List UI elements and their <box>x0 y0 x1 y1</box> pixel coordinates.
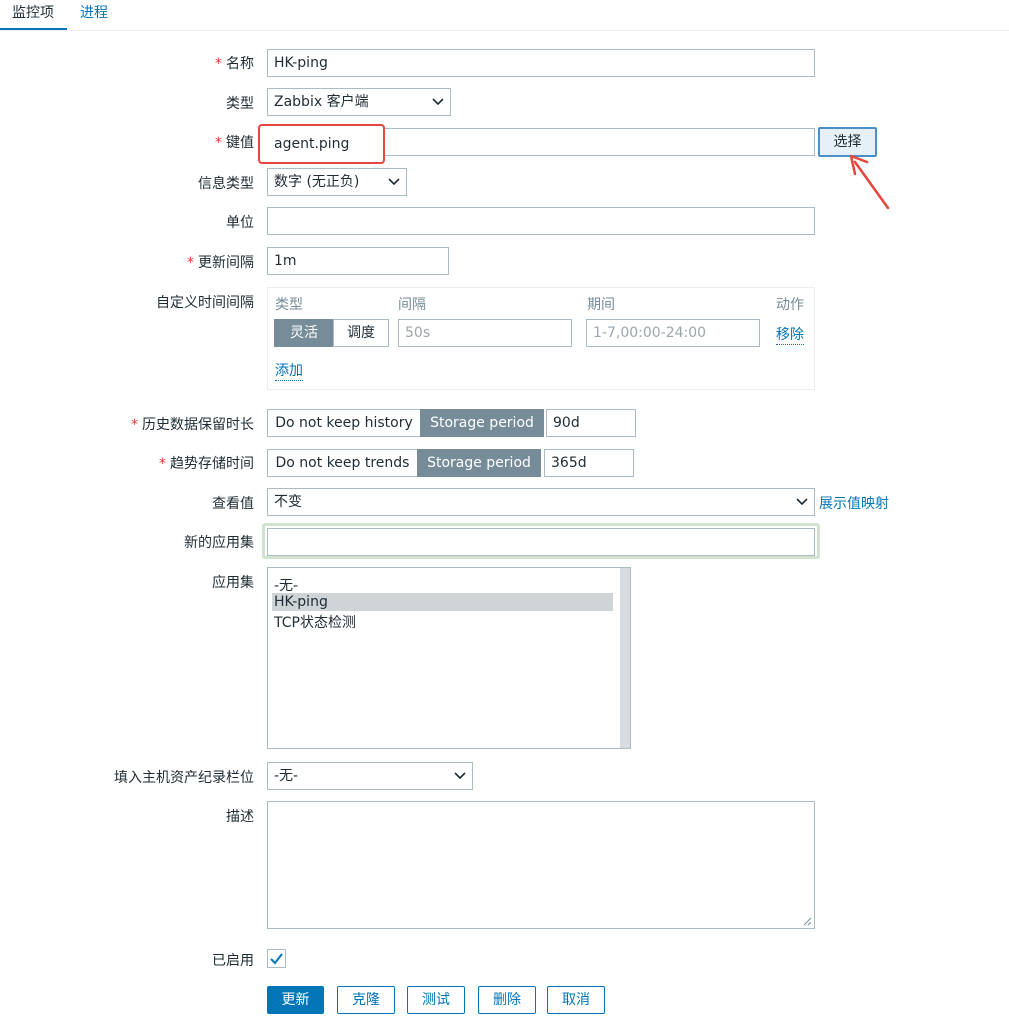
type-select-value: Zabbix 客户端 <box>274 94 369 110</box>
show-value-select[interactable]: 不变 <box>267 488 815 516</box>
value-mapping-link[interactable]: 展示值映射 <box>819 493 889 513</box>
show-value-value: 不变 <box>274 494 302 510</box>
inventory-label: 填入主机资产纪录栏位 <box>114 770 254 786</box>
interval-input[interactable]: 50s <box>398 319 572 347</box>
chevron-down-icon <box>432 89 444 124</box>
remove-interval-link[interactable]: 移除 <box>776 324 804 345</box>
trends-label: * 趋势存储时间 <box>159 456 254 472</box>
checkmark-icon <box>270 953 283 965</box>
list-item[interactable]: TCP状态检测 <box>274 612 356 632</box>
clone-button[interactable]: 克隆 <box>337 986 395 1014</box>
annotation-arrow-icon <box>849 154 890 210</box>
update-interval-label: * 更新间隔 <box>187 255 254 271</box>
test-button[interactable]: 测试 <box>407 986 465 1014</box>
tab-items[interactable]: 监控项 <box>12 0 54 31</box>
key-value: agent.ping <box>274 136 350 152</box>
type-select[interactable]: Zabbix 客户端 <box>267 88 451 116</box>
list-item[interactable]: -无- <box>274 575 298 595</box>
applications-listbox[interactable]: -无- HK-ping TCP状态检测 <box>267 567 631 749</box>
applications-label: 应用集 <box>212 575 254 591</box>
new-application-label: 新的应用集 <box>184 535 254 551</box>
type-label: 类型 <box>226 96 254 112</box>
inventory-value: -无- <box>274 768 299 784</box>
units-label: 单位 <box>226 215 254 231</box>
trends-no-keep-button[interactable]: Do not keep trends <box>267 449 418 477</box>
info-type-select[interactable]: 数字 (无正负) <box>267 168 407 196</box>
history-no-keep-button[interactable]: Do not keep history <box>267 409 421 437</box>
inventory-select[interactable]: -无- <box>267 762 473 790</box>
history-label: * 历史数据保留时长 <box>131 417 254 433</box>
mode-scheduling-button[interactable]: 调度 <box>333 319 389 347</box>
name-input[interactable]: HK-ping <box>267 49 815 77</box>
trends-storage-button[interactable]: Storage period <box>417 449 541 477</box>
listbox-scrollbar[interactable] <box>620 568 630 748</box>
resize-handle-icon[interactable] <box>802 916 812 926</box>
update-interval-input[interactable]: 1m <box>267 247 449 275</box>
description-label: 描述 <box>226 809 254 825</box>
mode-flexible-button[interactable]: 灵活 <box>274 319 334 347</box>
info-type-value: 数字 (无正负) <box>274 174 360 190</box>
chevron-down-icon <box>796 489 808 524</box>
units-input[interactable] <box>267 207 815 235</box>
col-interval-header: 间隔 <box>398 297 426 313</box>
description-textarea[interactable] <box>267 801 815 929</box>
cancel-button[interactable]: 取消 <box>547 986 605 1014</box>
col-period-header: 期间 <box>587 297 615 313</box>
col-type-header: 类型 <box>275 297 303 313</box>
tab-process[interactable]: 进程 <box>80 0 108 31</box>
key-input-highlight[interactable]: agent.ping <box>258 124 385 164</box>
trends-period-input[interactable]: 365d <box>544 449 634 477</box>
enabled-checkbox[interactable] <box>267 949 286 968</box>
update-button[interactable]: 更新 <box>267 986 324 1014</box>
col-action-header: 动作 <box>776 297 804 313</box>
name-label: * 名称 <box>215 56 254 72</box>
chevron-down-icon <box>454 763 466 798</box>
info-type-label: 信息类型 <box>198 176 254 192</box>
add-interval-link[interactable]: 添加 <box>275 360 303 381</box>
show-value-label: 查看值 <box>212 496 254 512</box>
new-application-input[interactable] <box>267 528 815 556</box>
key-label: * 键值 <box>215 135 254 151</box>
custom-intervals-box: 类型 间隔 期间 动作 灵活 调度 50s 1-7,00:00-24:00 移除… <box>267 287 815 390</box>
enabled-label: 已启用 <box>212 953 254 969</box>
chevron-down-icon <box>388 169 400 204</box>
period-input[interactable]: 1-7,00:00-24:00 <box>586 319 760 347</box>
history-storage-button[interactable]: Storage period <box>420 409 544 437</box>
history-period-input[interactable]: 90d <box>546 409 636 437</box>
custom-intervals-label: 自定义时间间隔 <box>156 295 254 311</box>
tabs-divider <box>0 30 1009 31</box>
list-item-selected[interactable]: HK-ping <box>274 593 328 611</box>
delete-button[interactable]: 删除 <box>478 986 536 1014</box>
